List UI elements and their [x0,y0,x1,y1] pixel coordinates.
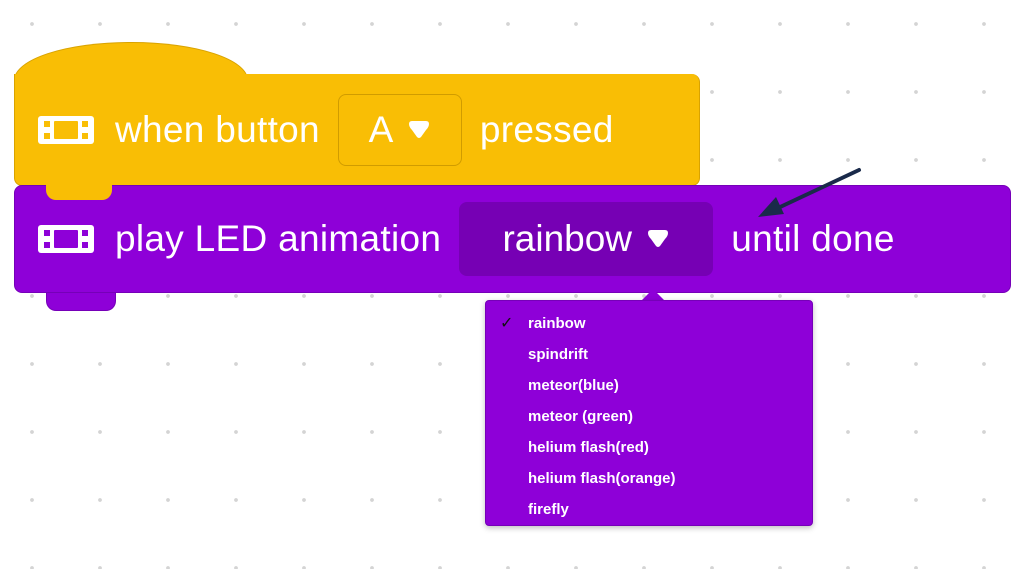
chevron-down-icon [648,230,669,247]
led-device-icon [38,225,94,253]
animation-select-value: rainbow [502,218,633,259]
block-text-when-button: when button [115,108,320,150]
menu-item-label: meteor (green) [528,408,634,425]
menu-item-label: firefly [528,501,569,518]
menu-item-spindrift[interactable]: spindrift [486,339,812,370]
button-select-value: A [368,108,394,150]
menu-item-rainbow[interactable]: ✓ rainbow [486,308,812,339]
block-connector-notch [46,184,112,200]
check-icon: ✓ [500,315,514,332]
animation-select-dropdown[interactable]: rainbow [459,202,714,276]
menu-item-label: helium flash(orange) [528,470,676,487]
menu-item-helium-flash-red[interactable]: helium flash(red) [486,432,812,463]
menu-item-label: rainbow [528,315,586,332]
led-device-icon [38,115,94,144]
chevron-down-icon [409,120,430,138]
menu-item-meteor-green[interactable]: meteor (green) [486,401,812,432]
menu-item-label: meteor(blue) [528,377,619,394]
menu-item-helium-flash-orange[interactable]: helium flash(orange) [486,463,812,494]
animation-dropdown-menu: ✓ rainbow spindrift meteor(blue) meteor … [485,300,813,526]
menu-item-firefly[interactable]: firefly [486,494,812,525]
block-text-until-done: until done [731,218,895,259]
menu-item-label: spindrift [528,346,588,363]
button-select-dropdown[interactable]: A [337,93,462,166]
menu-item-meteor-blue[interactable]: meteor(blue) [486,370,812,401]
block-text-play-led-animation: play LED animation [115,218,442,259]
block-text-pressed: pressed [479,108,614,150]
play-led-animation-block[interactable]: play LED animation rainbow until done [14,185,1011,293]
menu-item-label: helium flash(red) [528,439,649,456]
when-button-pressed-block[interactable]: when button A pressed [14,74,700,186]
